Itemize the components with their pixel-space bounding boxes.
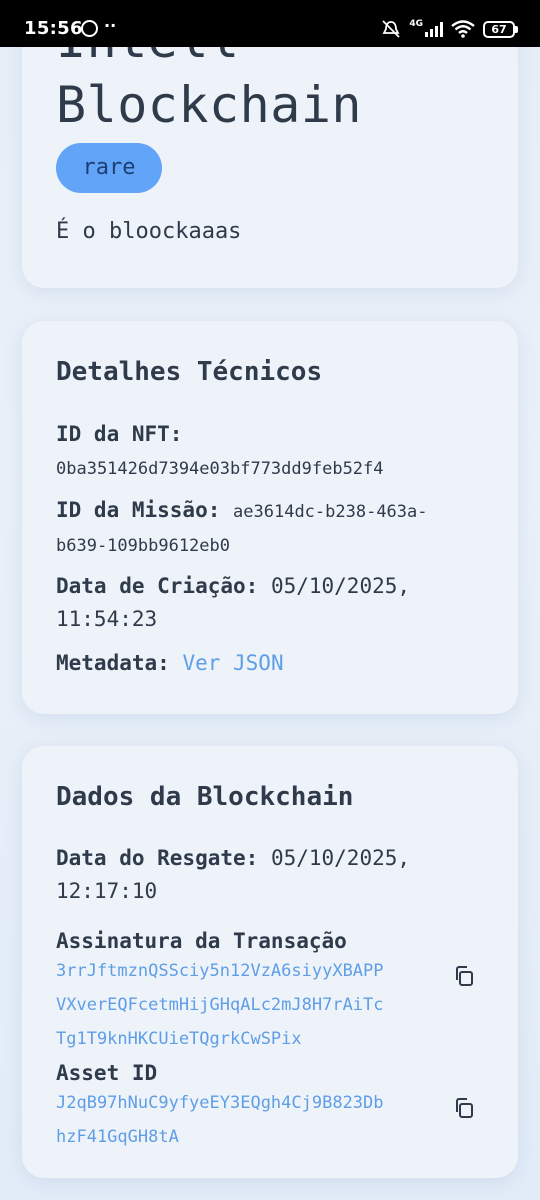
redeem-row: Data do Resgate: 05/10/2025, [56,841,486,875]
battery-level: 67 [483,20,515,38]
status-right: 4G 67 [381,18,518,40]
mission-id-value-part2: b639-109bb9612eb0 [56,536,230,556]
nft-id-value-row: 0ba351426d7394e03bf773dd9feb52f4 [56,450,486,486]
mission-id-value-part1: ae3614dc-b238-463a- [233,502,428,522]
asset-label-row: Asset ID [56,1056,486,1090]
copy-asset-id-icon[interactable] [452,1096,476,1120]
asset-id-line2: hzF41GqGH8tA [56,1127,179,1147]
mute-icon [382,20,400,38]
asset-id-value[interactable]: J2qB97hNuC9yfyeEY3EQgh4Cj9B823Db hzF41Gq… [56,1086,436,1154]
mission-id-row: ID da Missão: ae3614dc-b238-463a- [56,493,486,529]
status-bar: 15:56 ·· 4G 67 [0,0,540,47]
blockchain-data-card: Dados da Blockchain Data do Resgate: 05/… [22,746,518,1178]
signature-label-row: Assinatura da Transação [56,924,486,958]
created-label: Data de Criação: [56,574,259,598]
nft-id-label: ID da NFT: [56,422,183,446]
metadata-row: Metadata: Ver JSON [56,646,486,680]
battery-icon: 67 [483,20,518,38]
more-notifications-icon: ·· [104,16,117,35]
view-json-link[interactable]: Ver JSON [182,651,283,675]
status-time: 15:56 [24,18,83,39]
metadata-label: Metadata: [56,651,170,675]
whatsapp-icon [81,20,98,37]
nft-title-line2: Blockchain [56,76,363,134]
redeem-label: Data do Resgate: [56,846,259,870]
nft-id-value: 0ba351426d7394e03bf773dd9feb52f4 [56,459,384,479]
created-row: Data de Criação: 05/10/2025, [56,569,486,603]
nft-id-row: ID da NFT: [56,417,486,451]
nft-description: É o bloockaaas [56,219,242,244]
redeem-value-part2: 12:17:10 [56,879,158,903]
redeem-value-part1: 05/10/2025, [270,846,411,870]
asset-id-label: Asset ID [56,1061,158,1085]
signature-line3: Tg1T9knHKCUieTQgrkCwSPix [56,1029,302,1049]
created-value-part1: 05/10/2025, [270,574,411,598]
redeem-row-cont: 12:17:10 [56,874,486,908]
signature-line1: 3rrJftmznQSSciy5n12VzA6siyyXBAPP [56,961,384,981]
blockchain-data-heading: Dados da Blockchain [56,782,354,812]
asset-id-line1: J2qB97hNuC9yfyeEY3EQgh4Cj9B823Db [56,1093,384,1113]
signature-line2: VXverEQFcetmHijGHqALc2mJ8H7rAiTc [56,995,384,1015]
signal-icon [425,21,443,37]
technical-details-heading: Detalhes Técnicos [56,357,323,387]
mission-id-label: ID da Missão: [56,498,221,522]
wifi-icon [451,20,475,38]
technical-details-card: Detalhes Técnicos ID da NFT: 0ba351426d7… [22,321,518,714]
network-type: 4G [409,19,423,29]
signature-value[interactable]: 3rrJftmznQSSciy5n12VzA6siyyXBAPP VXverEQ… [56,954,436,1056]
mission-id-row-cont: b639-109bb9612eb0 [56,527,486,563]
created-value-part2: 11:54:23 [56,607,158,631]
rarity-badge: rare [56,143,162,193]
signature-label: Assinatura da Transação [56,929,347,953]
copy-signature-icon[interactable] [452,964,476,988]
created-row-cont: 11:54:23 [56,602,486,636]
